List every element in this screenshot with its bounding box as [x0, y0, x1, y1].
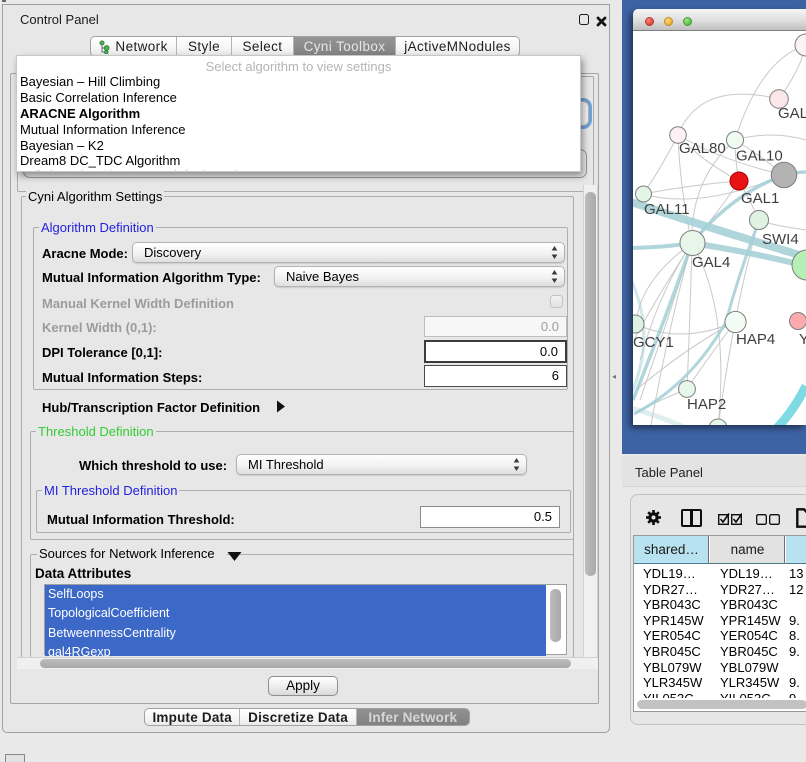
svg-text:GAL80: GAL80 [679, 140, 726, 157]
svg-text:HAP2: HAP2 [687, 396, 726, 413]
svg-text:SWI4: SWI4 [762, 231, 799, 248]
svg-text:GCY1: GCY1 [633, 334, 674, 351]
svg-text:GAL10: GAL10 [736, 148, 783, 165]
svg-text:YM: YM [799, 331, 806, 348]
svg-text:HAP4: HAP4 [736, 331, 775, 348]
svg-text:GAL4: GAL4 [692, 254, 730, 271]
svg-text:GAL7: GAL7 [778, 105, 806, 122]
svg-text:GAL11: GAL11 [644, 201, 690, 218]
svg-text:GAL1: GAL1 [741, 190, 779, 207]
